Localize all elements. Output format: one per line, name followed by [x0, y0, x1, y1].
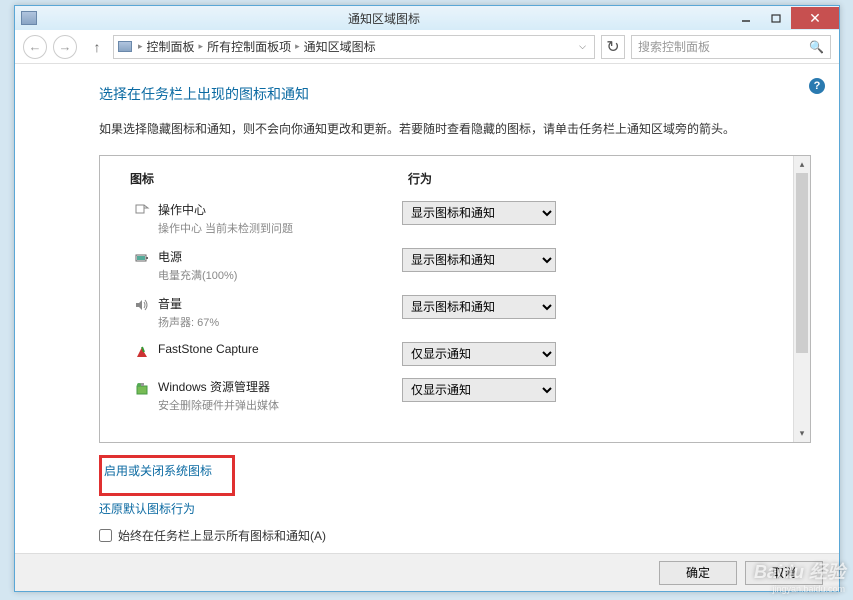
always-show-checkbox-row[interactable]: 始终在任务栏上显示所有图标和通知(A) — [99, 527, 811, 544]
breadcrumb[interactable]: 通知区域图标 — [304, 38, 376, 55]
window-icon — [21, 11, 37, 25]
list-item: Windows 资源管理器 安全删除硬件并弹出媒体 仅显示通知 — [130, 378, 780, 413]
column-behavior: 行为 — [408, 170, 780, 187]
item-title: Windows 资源管理器 — [158, 378, 402, 395]
search-input[interactable]: 搜索控制面板 🔍 — [631, 35, 831, 59]
explorer-icon — [130, 378, 154, 396]
behavior-select[interactable]: 显示图标和通知 — [402, 248, 556, 272]
highlight-annotation: 启用或关闭系统图标 — [99, 455, 235, 496]
breadcrumb[interactable]: 所有控制面板项 — [207, 38, 291, 55]
always-show-checkbox[interactable] — [99, 529, 112, 542]
close-button[interactable]: ✕ — [791, 7, 839, 29]
list-item: 音量 扬声器: 67% 显示图标和通知 — [130, 295, 780, 330]
scrollbar[interactable]: ▴ ▾ — [793, 156, 810, 442]
restore-defaults-link[interactable]: 还原默认图标行为 — [99, 500, 811, 517]
item-subtitle: 安全删除硬件并弹出媒体 — [158, 397, 402, 413]
action-center-icon — [130, 201, 154, 219]
toolbar: ← → ↑ ▸ 控制面板 ▸ 所有控制面板项 ▸ 通知区域图标 ⌵ ↻ 搜索控制… — [15, 30, 839, 64]
help-icon[interactable]: ? — [809, 78, 825, 94]
behavior-select[interactable]: 显示图标和通知 — [402, 295, 556, 319]
minimize-button[interactable] — [731, 7, 761, 29]
content-area: ? 选择在任务栏上出现的图标和通知 如果选择隐藏图标和通知，则不会向你通知更改和… — [15, 64, 839, 553]
chevron-right-icon: ▸ — [138, 41, 143, 52]
search-icon: 🔍 — [809, 40, 824, 54]
power-icon — [130, 248, 154, 266]
back-button[interactable]: ← — [23, 35, 47, 59]
checkbox-label: 始终在任务栏上显示所有图标和通知(A) — [118, 527, 326, 544]
addressbar-icon — [118, 41, 132, 52]
behavior-select[interactable]: 仅显示通知 — [402, 342, 556, 366]
list-header: 图标 行为 — [130, 170, 780, 193]
system-icons-link[interactable]: 启用或关闭系统图标 — [102, 458, 232, 483]
up-button[interactable]: ↑ — [87, 37, 107, 57]
refresh-button[interactable]: ↻ — [601, 35, 625, 59]
column-icon: 图标 — [130, 170, 408, 187]
links-section: 启用或关闭系统图标 还原默认图标行为 — [99, 455, 811, 517]
dialog-footer: 确定 取消 — [15, 553, 839, 591]
item-title: FastStone Capture — [158, 342, 402, 356]
breadcrumb[interactable]: 控制面板 — [147, 38, 195, 55]
search-placeholder: 搜索控制面板 — [638, 38, 710, 55]
control-panel-window: 通知区域图标 ✕ ← → ↑ ▸ 控制面板 ▸ 所有控制面板项 ▸ 通知区域图标… — [14, 5, 840, 592]
list-item: FastStone Capture 仅显示通知 — [130, 342, 780, 366]
page-heading: 选择在任务栏上出现的图标和通知 — [99, 84, 811, 104]
item-title: 操作中心 — [158, 201, 402, 218]
ok-button[interactable]: 确定 — [659, 561, 737, 585]
list-item: 操作中心 操作中心 当前未检测到问题 显示图标和通知 — [130, 201, 780, 236]
faststone-icon — [130, 342, 154, 360]
item-subtitle: 扬声器: 67% — [158, 314, 402, 330]
forward-button[interactable]: → — [53, 35, 77, 59]
volume-icon — [130, 295, 154, 313]
address-dropdown[interactable]: ⌵ — [575, 41, 590, 52]
chevron-right-icon: ▸ — [295, 41, 300, 52]
cancel-button[interactable]: 取消 — [745, 561, 823, 585]
maximize-button[interactable] — [761, 7, 791, 29]
window-title: 通知区域图标 — [37, 10, 731, 27]
scroll-thumb[interactable] — [796, 173, 808, 353]
scroll-up-button[interactable]: ▴ — [794, 156, 810, 173]
scroll-down-button[interactable]: ▾ — [794, 425, 810, 442]
page-description: 如果选择隐藏图标和通知，则不会向你通知更改和更新。若要随时查看隐藏的图标，请单击… — [99, 120, 811, 139]
list-item: 电源 电量充满(100%) 显示图标和通知 — [130, 248, 780, 283]
titlebar: 通知区域图标 ✕ — [15, 6, 839, 30]
chevron-right-icon: ▸ — [199, 41, 204, 52]
item-subtitle: 电量充满(100%) — [158, 267, 402, 283]
item-title: 音量 — [158, 295, 402, 312]
item-title: 电源 — [158, 248, 402, 265]
behavior-select[interactable]: 显示图标和通知 — [402, 201, 556, 225]
behavior-select[interactable]: 仅显示通知 — [402, 378, 556, 402]
window-buttons: ✕ — [731, 7, 839, 29]
icon-list: 图标 行为 操作中心 操作中心 当前未检测到问题 显示图标和通知 电源 电量 — [99, 155, 811, 443]
address-bar[interactable]: ▸ 控制面板 ▸ 所有控制面板项 ▸ 通知区域图标 ⌵ — [113, 35, 595, 59]
item-subtitle: 操作中心 当前未检测到问题 — [158, 220, 402, 236]
